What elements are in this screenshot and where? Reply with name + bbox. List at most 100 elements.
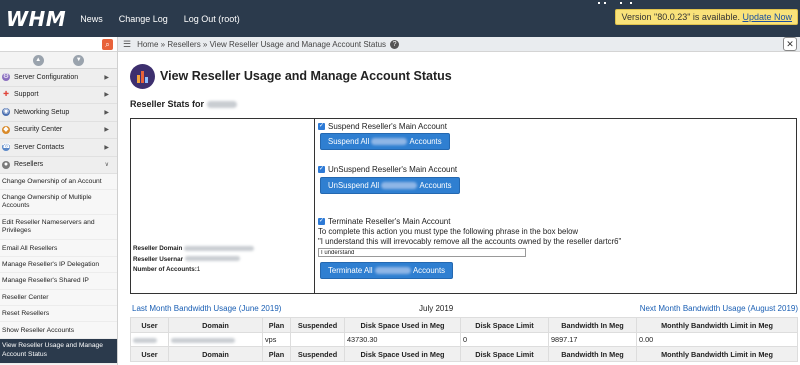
sidebar-item-server-contacts[interactable]: ☎ Server Contacts ▶	[0, 139, 117, 157]
column-header[interactable]: Suspended	[290, 317, 345, 333]
column-header[interactable]: User	[130, 317, 169, 333]
sidebar-item-label: Resellers	[14, 161, 44, 169]
sidebar-item-support[interactable]: ✚ Support ▶	[0, 86, 117, 104]
sidebar-subitem[interactable]: Reseller Center	[0, 289, 117, 306]
redacted-text	[381, 182, 418, 189]
bandwidth-limit-cell: 0.00	[636, 332, 798, 347]
network-icon: ◉	[2, 108, 10, 117]
breadcrumb-current: View Reseller Usage and Manage Account S…	[209, 39, 387, 49]
redacted-text	[184, 256, 240, 262]
terminate-instructions: To complete this action you must type th…	[318, 227, 579, 236]
checkbox-checked-icon[interactable]: ✓	[318, 218, 325, 225]
reseller-info: Reseller Domain Reseller Usernar Number …	[133, 244, 255, 276]
change-log-link[interactable]: Change Log	[119, 14, 168, 24]
top-bar: WHM News Change Log Log Out (root) Versi…	[0, 0, 800, 37]
reseller-stats-label: Reseller Stats for	[130, 99, 205, 109]
sidebar-scroll-controls: ▲ ▼	[0, 52, 117, 69]
terminate-phrase: "I understand this will irrevocably remo…	[318, 237, 622, 246]
sidebar-subitem[interactable]: Manage Reseller's Shared IP	[0, 273, 117, 290]
table-row: vps 43730.30 0 9897.17 0.00	[130, 332, 798, 347]
checkbox-checked-icon[interactable]: ✓	[318, 123, 325, 130]
sidebar-subitem[interactable]: Change Ownership of an Account	[0, 174, 117, 191]
whm-logo[interactable]: WHM	[6, 7, 66, 31]
shield-icon: ◆	[2, 125, 10, 134]
sidebar-item-networking-setup[interactable]: ◉ Networking Setup ▶	[0, 104, 117, 122]
sidebar-subitem[interactable]: Manage Reseller's IP Delegation	[0, 256, 117, 274]
redacted-text	[133, 337, 157, 343]
sidebar-subitem[interactable]: Change Ownership of Multiple Accounts	[0, 190, 117, 216]
suspend-all-button[interactable]: Suspend All Accounts	[320, 133, 450, 150]
column-header[interactable]: Disk Space Used in Meg	[344, 317, 461, 333]
checkbox-checked-icon[interactable]: ✓	[318, 166, 325, 173]
sidebar: ⌕ ▲ ▼ ⚙ Server Configuration ▶ ✚ Support…	[0, 37, 118, 365]
column-header[interactable]: Disk Space Used in Meg	[344, 346, 461, 362]
column-header[interactable]: Suspended	[290, 346, 345, 362]
close-icon[interactable]: ✕	[783, 37, 797, 51]
prev-month-link[interactable]: Last Month Bandwidth Usage (June 2019)	[132, 304, 281, 313]
sidebar-item-label: Server Contacts	[14, 143, 65, 151]
chevron-right-icon: ▶	[104, 127, 109, 134]
column-header[interactable]: Domain	[168, 317, 263, 333]
collapse-up-icon[interactable]: ▲	[32, 54, 44, 66]
chevron-down-icon: ∨	[104, 162, 109, 169]
sidebar-item-resellers[interactable]: ● Resellers ∨	[0, 156, 117, 174]
gear-icon: ⚙	[2, 73, 10, 82]
sidebar-item-label: Security Center	[14, 126, 63, 134]
reseller-domain-label: Reseller Domain	[133, 245, 183, 252]
sidebar-subitem[interactable]: Show Reseller Accounts	[0, 322, 117, 339]
breadcrumb-home[interactable]: Home	[137, 40, 158, 49]
column-header[interactable]: Bandwidth In Meg	[548, 317, 637, 333]
menu-toggle-icon[interactable]: ☰	[123, 39, 131, 50]
help-icon[interactable]: ?	[390, 39, 400, 49]
confirm-phrase-input[interactable]	[318, 248, 526, 257]
sidebar-subitem[interactable]: Reset Resellers	[0, 305, 117, 323]
column-header[interactable]: Plan	[262, 317, 291, 333]
redacted-text	[171, 337, 235, 343]
button-label: UnSuspend All	[328, 181, 380, 190]
column-header[interactable]: Monthly Bandwidth Limit in Meg	[636, 317, 798, 333]
unsuspend-option[interactable]: ✓ UnSuspend Reseller's Main Account	[318, 165, 457, 174]
lifebuoy-icon: ✚	[3, 90, 9, 98]
terminate-all-button[interactable]: Terminate All Accounts	[320, 262, 454, 279]
redacted-text	[374, 267, 411, 274]
column-header[interactable]: Disk Space Limit	[460, 317, 549, 333]
update-now-link[interactable]: Update Now	[742, 12, 792, 22]
news-link[interactable]: News	[80, 14, 103, 24]
sidebar-subitem[interactable]: Email All Resellers	[0, 240, 117, 257]
page-title: View Reseller Usage and Manage Account S…	[160, 69, 452, 83]
unsuspend-all-button[interactable]: UnSuspend All Accounts	[320, 177, 460, 194]
chevron-right-icon: ▶	[104, 92, 109, 99]
column-header[interactable]: Plan	[262, 346, 291, 362]
button-label: Accounts	[419, 181, 452, 190]
column-header[interactable]: Domain	[168, 346, 263, 362]
logout-link[interactable]: Log Out (root)	[184, 14, 240, 24]
column-header[interactable]: User	[130, 346, 169, 362]
search-icon[interactable]: ⌕	[102, 39, 113, 50]
column-header[interactable]: Bandwidth In Meg	[548, 346, 637, 362]
column-header[interactable]: Monthly Bandwidth Limit in Meg	[636, 346, 798, 362]
update-banner: Version "80.0.23" is available. Update N…	[615, 9, 798, 25]
reseller-info-cell: Reseller Domain Reseller Usernar Number …	[131, 119, 315, 293]
indicator-dot	[630, 2, 632, 4]
bandwidth-table: User Domain Plan Suspended Disk Space Us…	[130, 317, 798, 362]
suspend-option[interactable]: ✓ Suspend Reseller's Main Account	[318, 122, 447, 131]
table-header-row: User Domain Plan Suspended Disk Space Us…	[130, 317, 798, 333]
current-month: July 2019	[419, 304, 454, 313]
breadcrumb-resellers[interactable]: Resellers	[167, 40, 200, 49]
terminate-option[interactable]: ✓ Terminate Reseller's Main Account	[318, 217, 450, 226]
month-navigation: Last Month Bandwidth Usage (June 2019) J…	[130, 304, 798, 316]
sidebar-item-label: Networking Setup	[14, 108, 70, 116]
resellers-icon: ●	[2, 160, 10, 169]
main-content: View Reseller Usage and Manage Account S…	[118, 52, 800, 365]
sidebar-item-server-configuration[interactable]: ⚙ Server Configuration ▶	[0, 69, 117, 87]
sidebar-subitem[interactable]: Edit Reseller Nameservers and Privileges	[0, 215, 117, 241]
table-header-row-repeat: User Domain Plan Suspended Disk Space Us…	[130, 346, 798, 362]
next-month-link[interactable]: Next Month Bandwidth Usage (August 2019)	[640, 304, 798, 313]
sidebar-subitem-active[interactable]: View Reseller Usage and Manage Account S…	[0, 338, 117, 364]
sidebar-search[interactable]: ⌕	[0, 37, 117, 52]
reseller-usage-icon	[130, 64, 155, 89]
expand-down-icon[interactable]: ▼	[73, 54, 85, 66]
sidebar-item-security-center[interactable]: ◆ Security Center ▶	[0, 121, 117, 139]
column-header[interactable]: Disk Space Limit	[460, 346, 549, 362]
button-label: Terminate All	[328, 266, 373, 275]
